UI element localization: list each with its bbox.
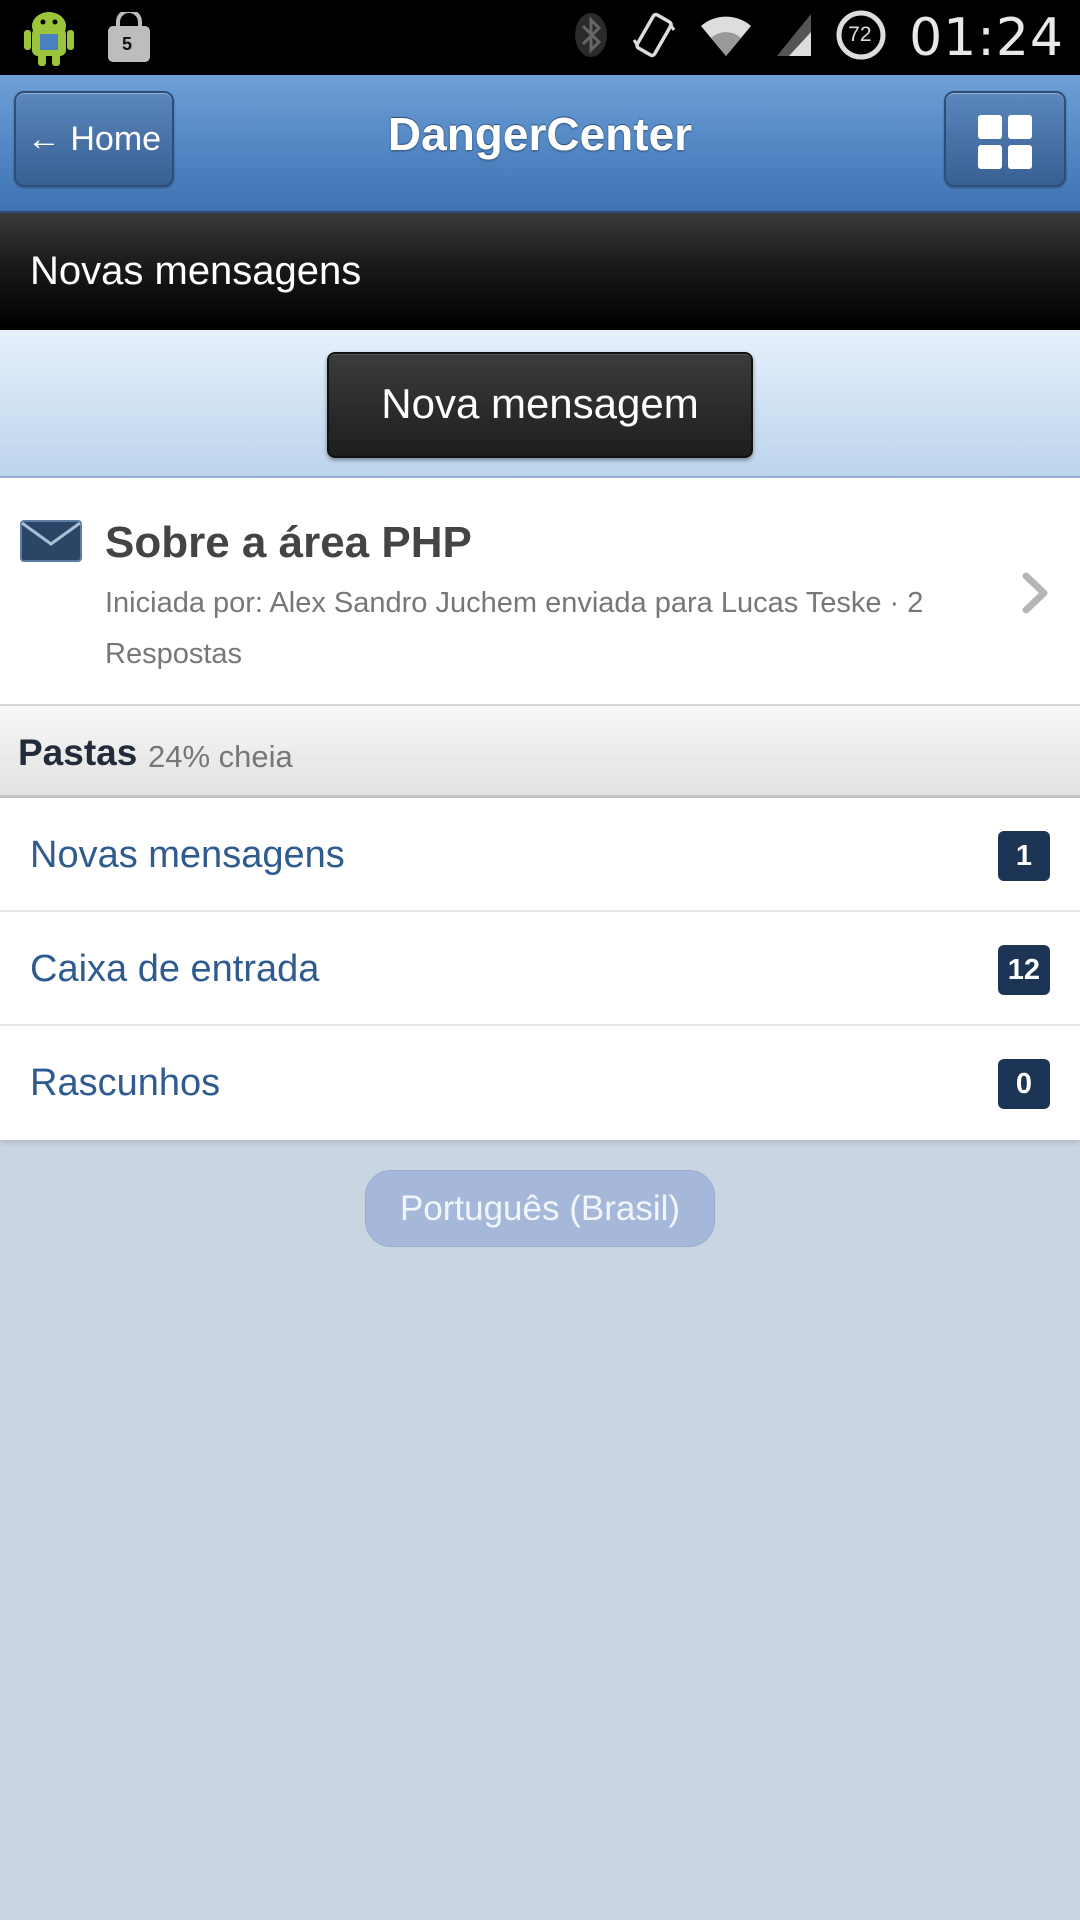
folders-usage: 24% cheia [148,739,293,774]
chevron-right-icon [1020,570,1050,621]
status-time: 01:24 [909,7,1064,68]
section-header: Novas mensagens [0,213,1080,330]
conversation-title: Sobre a área PHP [105,518,472,567]
bluetooth-icon [573,11,609,64]
folder-label: Caixa de entrada [30,948,320,990]
notification-count: 5 [122,34,133,54]
language-button[interactable]: Português (Brasil) [365,1170,715,1247]
envelope-icon [20,520,82,567]
status-bar: 5 72 01:24 [0,0,1080,75]
count-badge: 1 [998,831,1050,881]
signal-icon [775,12,813,63]
app-title: DangerCenter [387,108,693,160]
conversation-meta: Iniciada por: Alex Sandro Juchem enviada… [105,587,924,670]
folder-item-caixa-de-entrada[interactable]: Caixa de entrada 12 [0,912,1080,1026]
count-badge: 12 [997,945,1050,995]
menu-grid-button[interactable] [944,91,1066,187]
conversation-item[interactable]: Sobre a área PHP Iniciada por: Alex Sand… [0,478,1080,706]
new-message-bar: Nova mensagem [0,330,1080,478]
section-title: Novas mensagens [30,249,362,293]
app-header: ← Home DangerCenter [0,75,1080,213]
folder-item-novas-mensagens[interactable]: Novas mensagens 1 [0,798,1080,912]
store-notification-icon: 5 [104,9,154,69]
battery-level: 72 [848,23,872,46]
folder-label: Rascunhos [30,1062,221,1104]
folder-label: Novas mensagens [30,834,345,876]
folders-title: Pastas [18,732,138,773]
vibrate-icon [631,10,677,65]
folder-item-rascunhos[interactable]: Rascunhos 0 [0,1026,1080,1140]
folders-header: Pastas 24% cheia [0,706,1080,798]
wifi-icon [699,12,753,63]
count-badge: 0 [998,1059,1050,1109]
new-message-button[interactable]: Nova mensagem [327,352,753,458]
battery-icon: 72 [835,9,887,66]
android-debug-icon [22,8,76,73]
folder-list: Novas mensagens 1 Caixa de entrada 12 Ra… [0,798,1080,1140]
